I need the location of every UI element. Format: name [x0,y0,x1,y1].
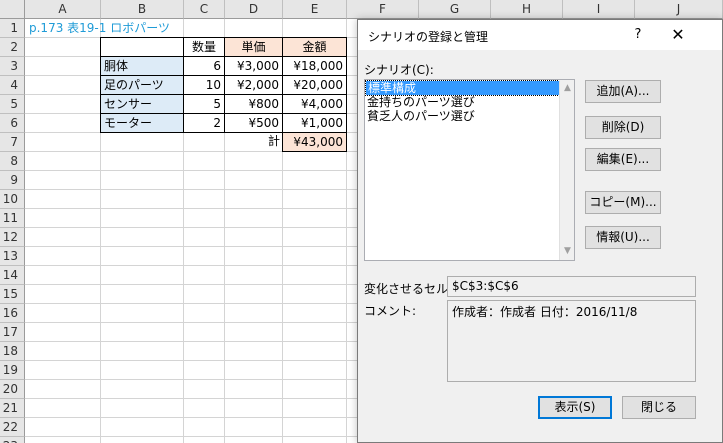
row-header[interactable]: 19 [0,361,25,380]
scenario-item[interactable]: 貧乏人のパーツ選び [365,109,574,123]
info-button[interactable]: 情報(U)... [585,226,661,249]
listbox-scrollbar[interactable]: ▲ ▼ [559,80,574,260]
row-header[interactable]: 17 [0,323,25,342]
col-header-g[interactable]: G [419,0,491,19]
copy-button[interactable]: コピー(M)... [585,191,661,214]
item-name-cell[interactable]: 足のパーツ [100,75,184,95]
scenarios-listbox[interactable]: 標準構成 金持ちのパーツ選び 貧乏人のパーツ選び ▲ ▼ [364,79,575,261]
scroll-up-icon[interactable]: ▲ [563,84,572,93]
scroll-down-icon[interactable]: ▼ [563,247,572,256]
scenario-manager-dialog: シナリオの登録と管理 ? ✕ シナリオ(C): 標準構成 金持ちのパーツ選び 貧… [357,19,723,443]
row-header[interactable]: 10 [0,190,25,209]
header-qty-cell[interactable]: 数量 [183,37,225,57]
delete-button[interactable]: 削除(D) [585,116,661,139]
scenario-item[interactable]: 金持ちのパーツ選び [365,95,574,109]
sheet-title-cell[interactable]: p.173 表19-1 ロボパーツ [26,19,226,38]
header-price-cell[interactable]: 単価 [224,37,283,57]
item-amount-cell[interactable]: ¥1,000 [282,113,347,133]
select-all-corner[interactable] [0,0,25,19]
row-header[interactable]: 22 [0,418,25,437]
item-amount-cell[interactable]: ¥4,000 [282,94,347,114]
row-header[interactable]: 2 [0,38,25,57]
row-header[interactable]: 4 [0,76,25,95]
item-amount-cell[interactable]: ¥20,000 [282,75,347,95]
row-header[interactable]: 12 [0,228,25,247]
item-qty-cell[interactable]: 2 [183,113,225,133]
col-header-j[interactable]: J [635,0,723,19]
row-header[interactable]: 14 [0,266,25,285]
total-value-cell[interactable]: ¥43,000 [282,132,347,152]
item-qty-cell[interactable]: 10 [183,75,225,95]
item-qty-cell[interactable]: 5 [183,94,225,114]
item-price-cell[interactable]: ¥500 [224,113,283,133]
row-header[interactable]: 7 [0,133,25,152]
col-header-i[interactable]: I [563,0,635,19]
item-price-cell[interactable]: ¥2,000 [224,75,283,95]
row-header[interactable]: 3 [0,57,25,76]
row-header[interactable]: 5 [0,95,25,114]
show-button[interactable]: 表示(S) [538,396,612,419]
edit-button[interactable]: 編集(E)... [585,148,661,171]
row-header[interactable]: 1 [0,19,25,38]
scenarios-label: シナリオ(C): [364,63,434,77]
row-header[interactable]: 21 [0,399,25,418]
col-header-a[interactable]: A [25,0,101,19]
row-header[interactable]: 23 [0,437,25,443]
close-icon[interactable]: ✕ [668,25,688,45]
item-name-cell[interactable]: センサー [100,94,184,114]
changing-cells-field[interactable]: $C$3:$C$6 [447,276,696,297]
col-header-c[interactable]: C [184,0,225,19]
item-qty-cell[interactable]: 6 [183,56,225,76]
row-header[interactable]: 18 [0,342,25,361]
row-header[interactable]: 9 [0,171,25,190]
col-header-f[interactable]: F [347,0,419,19]
item-name-cell[interactable]: 胴体 [100,56,184,76]
item-price-cell[interactable]: ¥3,000 [224,56,283,76]
scenario-item[interactable]: 標準構成 [365,80,562,96]
row-header[interactable]: 6 [0,114,25,133]
comment-label: コメント: [364,304,417,318]
col-header-d[interactable]: D [225,0,283,19]
changing-cells-label: 変化させるセル: [364,282,453,296]
dialog-titlebar[interactable]: シナリオの登録と管理 ? ✕ [358,20,722,50]
col-header-b[interactable]: B [101,0,184,19]
comment-field[interactable]: 作成者：作成者 日付：2016/11/8 [447,300,696,382]
item-name-cell[interactable]: モーター [100,113,184,133]
row-header[interactable]: 16 [0,304,25,323]
help-icon[interactable]: ? [628,25,648,45]
close-button[interactable]: 閉じる [622,396,696,419]
dialog-title: シナリオの登録と管理 [368,30,489,44]
header-empty-cell[interactable] [100,37,184,57]
row-header[interactable]: 20 [0,380,25,399]
col-header-h[interactable]: H [491,0,563,19]
add-button[interactable]: 追加(A)... [585,80,661,103]
header-amount-cell[interactable]: 金額 [282,37,347,57]
item-amount-cell[interactable]: ¥18,000 [282,56,347,76]
row-header[interactable]: 8 [0,152,25,171]
row-header[interactable]: 15 [0,285,25,304]
total-label-cell[interactable]: 計 [224,132,283,152]
col-header-e[interactable]: E [283,0,347,19]
row-header[interactable]: 13 [0,247,25,266]
row-header[interactable]: 11 [0,209,25,228]
item-price-cell[interactable]: ¥800 [224,94,283,114]
